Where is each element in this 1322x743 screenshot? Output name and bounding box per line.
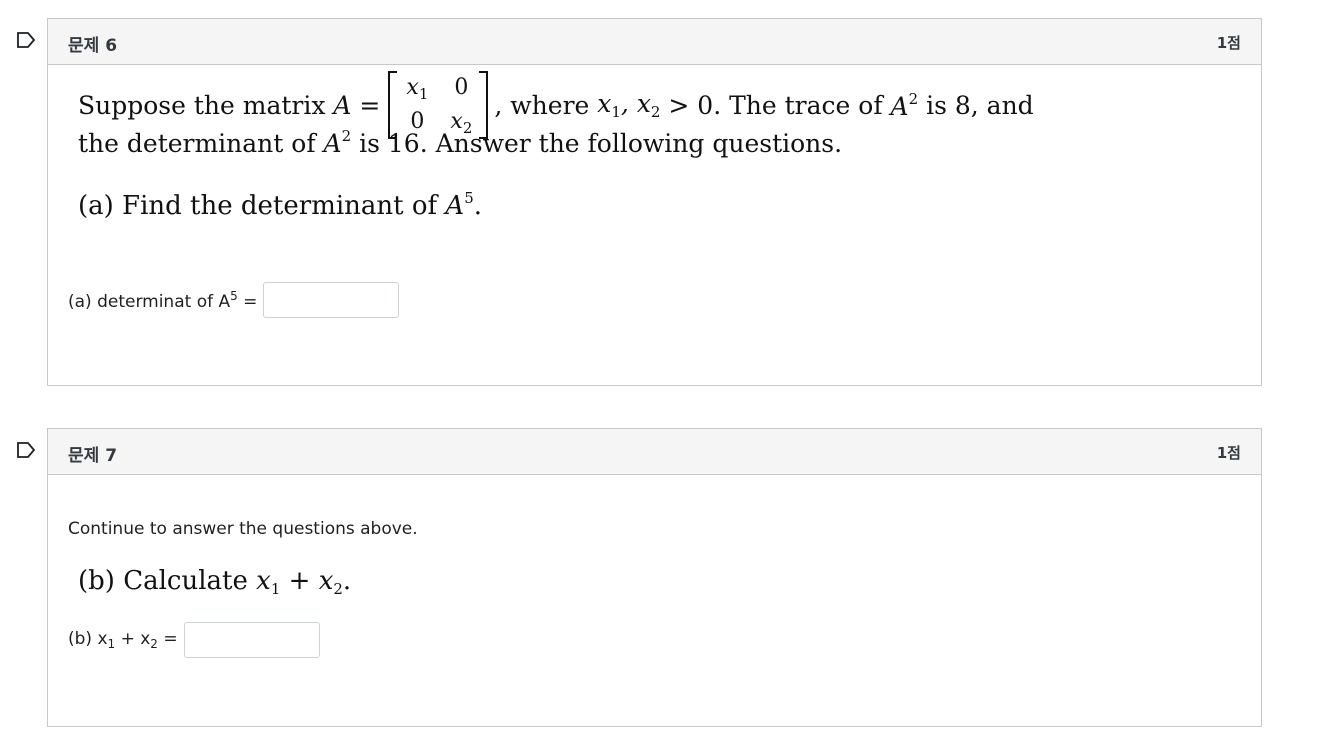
part-b-text: (b) Calculate x1 + x2. bbox=[78, 566, 352, 598]
question-text: Continue to answer the questions above. bbox=[68, 519, 418, 539]
question-mark: 1점 bbox=[1216, 34, 1241, 52]
question-title: 문제 7 bbox=[68, 446, 118, 466]
part-a-text: (a) Find the determinant of A5. bbox=[78, 189, 483, 221]
question-mark: 1점 bbox=[1216, 444, 1241, 462]
answer-input-a[interactable] bbox=[263, 282, 400, 318]
question-7: 문제 7 1점 Continue to answer the questions… bbox=[47, 428, 1262, 727]
answer-label: (a) determinat of A5 = bbox=[68, 288, 258, 312]
question-title: 문제 6 bbox=[68, 36, 118, 56]
answer-row-b: (b) x1 + x2 = bbox=[68, 622, 320, 658]
matrix-cell: 0 bbox=[454, 75, 469, 100]
question-text-line2: the determinant of A2 is 16. Answer the … bbox=[78, 127, 843, 158]
matrix-cell: x1 bbox=[406, 75, 429, 103]
flag-icon-q7[interactable] bbox=[16, 442, 36, 458]
flag-icon-q6[interactable] bbox=[16, 32, 36, 48]
question-header: 문제 7 1점 bbox=[48, 429, 1261, 475]
question-6: 문제 6 1점 Suppose the matrix A = x1 0 0 x2… bbox=[47, 18, 1262, 386]
question-header: 문제 6 1점 bbox=[48, 19, 1261, 65]
answer-row-a: (a) determinat of A5 = bbox=[68, 282, 400, 318]
answer-input-b[interactable] bbox=[183, 622, 320, 658]
answer-label: (b) x1 + x2 = bbox=[68, 629, 178, 651]
